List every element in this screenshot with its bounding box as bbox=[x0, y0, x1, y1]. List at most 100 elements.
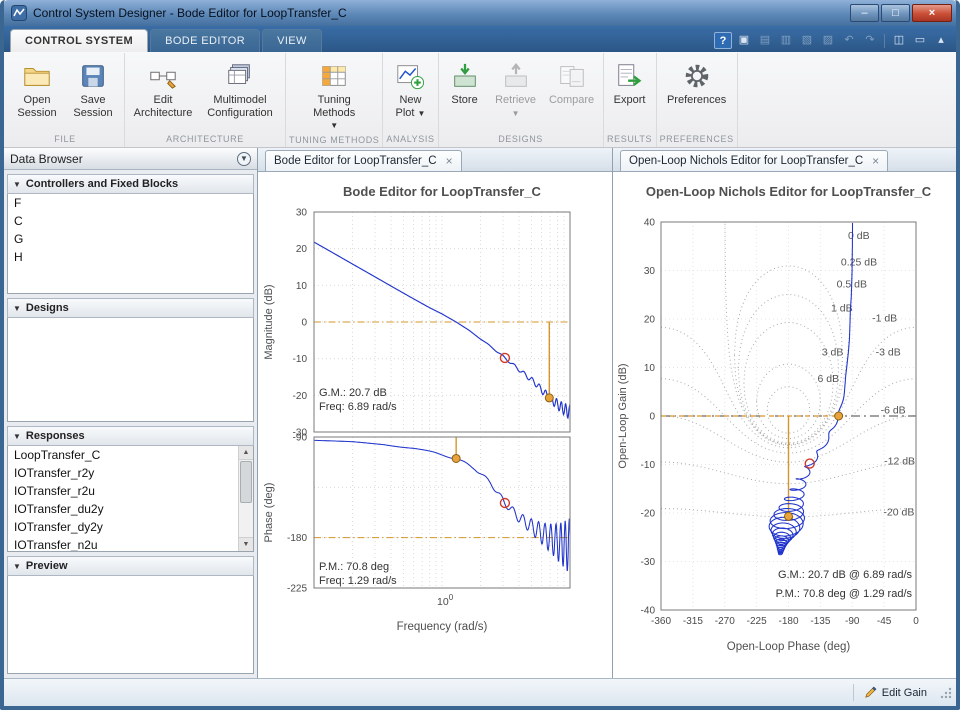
retrieve-button[interactable]: Retrieve ▼ bbox=[488, 54, 544, 132]
svg-text:Freq: 1.29 rad/s: Freq: 1.29 rad/s bbox=[319, 575, 397, 587]
list-item[interactable]: F bbox=[8, 194, 253, 212]
redo-icon[interactable]: ↷ bbox=[861, 32, 879, 49]
quick-access-toolbar: ? ▣ ▤ ▥ ▧ ▨ ↶ ↷ ◫ ▭ ▴ bbox=[714, 32, 950, 52]
save-icon[interactable]: ▤ bbox=[756, 32, 774, 49]
section-header-designs[interactable]: ▼ Designs bbox=[7, 298, 254, 318]
phase-margin-marker[interactable] bbox=[835, 412, 843, 420]
multimodel-configuration-button[interactable]: Multimodel Configuration bbox=[198, 54, 282, 132]
print-icon[interactable]: ▥ bbox=[777, 32, 795, 49]
designs-list[interactable] bbox=[7, 318, 254, 422]
retrieve-icon bbox=[501, 58, 531, 94]
export-button[interactable]: Export bbox=[607, 54, 653, 132]
tab-view[interactable]: VIEW bbox=[262, 29, 322, 52]
nichols-editor-panel: Open-Loop Nichols Editor for LoopTransfe… bbox=[612, 148, 956, 678]
minimize-button[interactable]: – bbox=[850, 4, 879, 22]
titlebar[interactable]: Control System Designer - Bode Editor fo… bbox=[4, 0, 956, 26]
data-browser-title: Data Browser bbox=[10, 152, 83, 166]
tuning-methods-icon bbox=[319, 58, 349, 94]
store-button[interactable]: Store bbox=[442, 54, 488, 132]
maximize-button[interactable]: □ bbox=[881, 4, 910, 22]
list-item[interactable]: IOTransfer_dy2y bbox=[8, 518, 253, 536]
save-session-button[interactable]: Save Session bbox=[65, 54, 121, 132]
edit-gain-status[interactable]: Edit Gain bbox=[853, 684, 937, 701]
gain-margin-marker[interactable] bbox=[785, 512, 793, 520]
nichols-plot[interactable]: 0 dB0.25 dB0.5 dB1 dB3 dB6 dB-1 dB-3 dB-… bbox=[613, 172, 956, 678]
layout-icon[interactable]: ◫ bbox=[890, 32, 908, 49]
section-header-responses[interactable]: ▼ Responses bbox=[7, 426, 254, 446]
responses-section: ▼ Responses LoopTransfer_C IOTransfer_r2… bbox=[7, 426, 254, 552]
tab-control-system[interactable]: CONTROL SYSTEM bbox=[10, 29, 148, 52]
svg-text:-90: -90 bbox=[845, 616, 860, 627]
section-header-preview[interactable]: ▼ Preview bbox=[7, 556, 254, 576]
scroll-up-icon[interactable]: ▲ bbox=[239, 446, 253, 460]
nichols-grid-label: 3 dB bbox=[822, 346, 844, 358]
svg-text:-225: -225 bbox=[747, 616, 767, 627]
resize-grip[interactable] bbox=[939, 686, 952, 699]
dropdown-arrow-icon: ▼ bbox=[418, 109, 426, 118]
nichols-grid-label: -3 dB bbox=[876, 346, 901, 358]
tuning-methods-button[interactable]: Tuning Methods ▼ bbox=[303, 54, 365, 133]
doc-tab-bode[interactable]: Bode Editor for LoopTransfer_C × bbox=[265, 150, 462, 171]
svg-text:-180: -180 bbox=[778, 616, 798, 627]
screenshot-icon[interactable]: ▣ bbox=[735, 32, 753, 49]
preferences-button[interactable]: Preferences bbox=[662, 54, 732, 132]
scrollbar-thumb[interactable] bbox=[240, 461, 252, 503]
group-label-architecture: ARCHITECTURE bbox=[128, 132, 282, 147]
nichols-plot-title: Open-Loop Nichols Editor for LoopTransfe… bbox=[646, 184, 932, 199]
nichols-grid-label: -20 dB bbox=[883, 506, 914, 518]
section-header-controllers[interactable]: ▼ Controllers and Fixed Blocks bbox=[7, 174, 254, 194]
new-plot-button[interactable]: New Plot ▼ bbox=[387, 54, 433, 132]
svg-text:10: 10 bbox=[644, 363, 656, 374]
dropdown-arrow-icon: ▼ bbox=[330, 121, 338, 130]
dropdown-arrow-icon: ▼ bbox=[512, 109, 520, 118]
svg-text:-20: -20 bbox=[293, 391, 308, 402]
nichols-plot-area: 0 dB0.25 dB0.5 dB1 dB3 dB6 dB-1 dB-3 dB-… bbox=[613, 172, 956, 678]
collapse-triangle-icon: ▼ bbox=[13, 562, 21, 571]
edit-architecture-button[interactable]: Edit Architecture bbox=[128, 54, 198, 132]
list-item[interactable]: IOTransfer_du2y bbox=[8, 500, 253, 518]
close-icon[interactable]: × bbox=[872, 155, 879, 167]
compare-button[interactable]: Compare bbox=[544, 54, 600, 132]
collapse-ribbon-icon[interactable]: ▴ bbox=[932, 32, 950, 49]
svg-text:-45: -45 bbox=[877, 616, 892, 627]
list-item[interactable]: LoopTransfer_C bbox=[8, 446, 253, 464]
close-icon[interactable]: × bbox=[446, 155, 453, 167]
svg-text:-225: -225 bbox=[287, 584, 307, 595]
ribbon-group-analysis: New Plot ▼ ANALYSIS bbox=[383, 53, 438, 147]
svg-text:0: 0 bbox=[301, 318, 307, 329]
controllers-list[interactable]: F C G H bbox=[7, 194, 254, 294]
docs-icon[interactable]: ▭ bbox=[911, 32, 929, 49]
svg-text:40: 40 bbox=[644, 218, 656, 229]
bode-plot[interactable]: -30-20-100102030G.M.: 20.7 dBFreq: 6.89 … bbox=[258, 172, 612, 678]
gain-margin-marker[interactable] bbox=[545, 394, 553, 402]
help-icon[interactable]: ? bbox=[714, 32, 732, 49]
data-browser-panel: Data Browser ▼ ▼ Controllers and Fixed B… bbox=[4, 148, 258, 678]
svg-text:Freq: 6.89 rad/s: Freq: 6.89 rad/s bbox=[319, 401, 397, 413]
svg-text:Open-Loop Phase (deg): Open-Loop Phase (deg) bbox=[727, 641, 851, 653]
list-item[interactable]: C bbox=[8, 212, 253, 230]
list-item[interactable]: G bbox=[8, 230, 253, 248]
data-browser-menu-button[interactable]: ▼ bbox=[237, 152, 251, 166]
preview-section: ▼ Preview bbox=[7, 556, 254, 674]
export-icon bbox=[615, 58, 645, 94]
undo-icon[interactable]: ↶ bbox=[840, 32, 858, 49]
scroll-down-icon[interactable]: ▼ bbox=[239, 537, 253, 551]
close-button[interactable]: × bbox=[912, 4, 952, 22]
ribbon-group-tuning: Tuning Methods ▼ TUNING METHODS bbox=[286, 53, 383, 147]
copy-icon[interactable]: ▧ bbox=[798, 32, 816, 49]
list-item[interactable]: IOTransfer_r2u bbox=[8, 482, 253, 500]
list-item[interactable]: H bbox=[8, 248, 253, 266]
tab-bode-editor[interactable]: BODE EDITOR bbox=[150, 29, 260, 52]
responses-list[interactable]: LoopTransfer_C IOTransfer_r2y IOTransfer… bbox=[7, 446, 254, 552]
scrollbar[interactable]: ▲ ▼ bbox=[238, 446, 253, 551]
bode-plot-area: -30-20-100102030G.M.: 20.7 dBFreq: 6.89 … bbox=[258, 172, 612, 678]
list-item[interactable]: IOTransfer_r2y bbox=[8, 464, 253, 482]
list-item[interactable]: IOTransfer_n2u bbox=[8, 536, 253, 552]
svg-text:10: 10 bbox=[296, 281, 308, 292]
phase-margin-marker[interactable] bbox=[452, 454, 460, 462]
svg-text:-20: -20 bbox=[641, 509, 656, 520]
doc-tab-nichols[interactable]: Open-Loop Nichols Editor for LoopTransfe… bbox=[620, 150, 888, 171]
paste-icon[interactable]: ▨ bbox=[819, 32, 837, 49]
nichols-grid-label: 0 dB bbox=[848, 230, 870, 242]
open-session-button[interactable]: Open Session bbox=[9, 54, 65, 132]
